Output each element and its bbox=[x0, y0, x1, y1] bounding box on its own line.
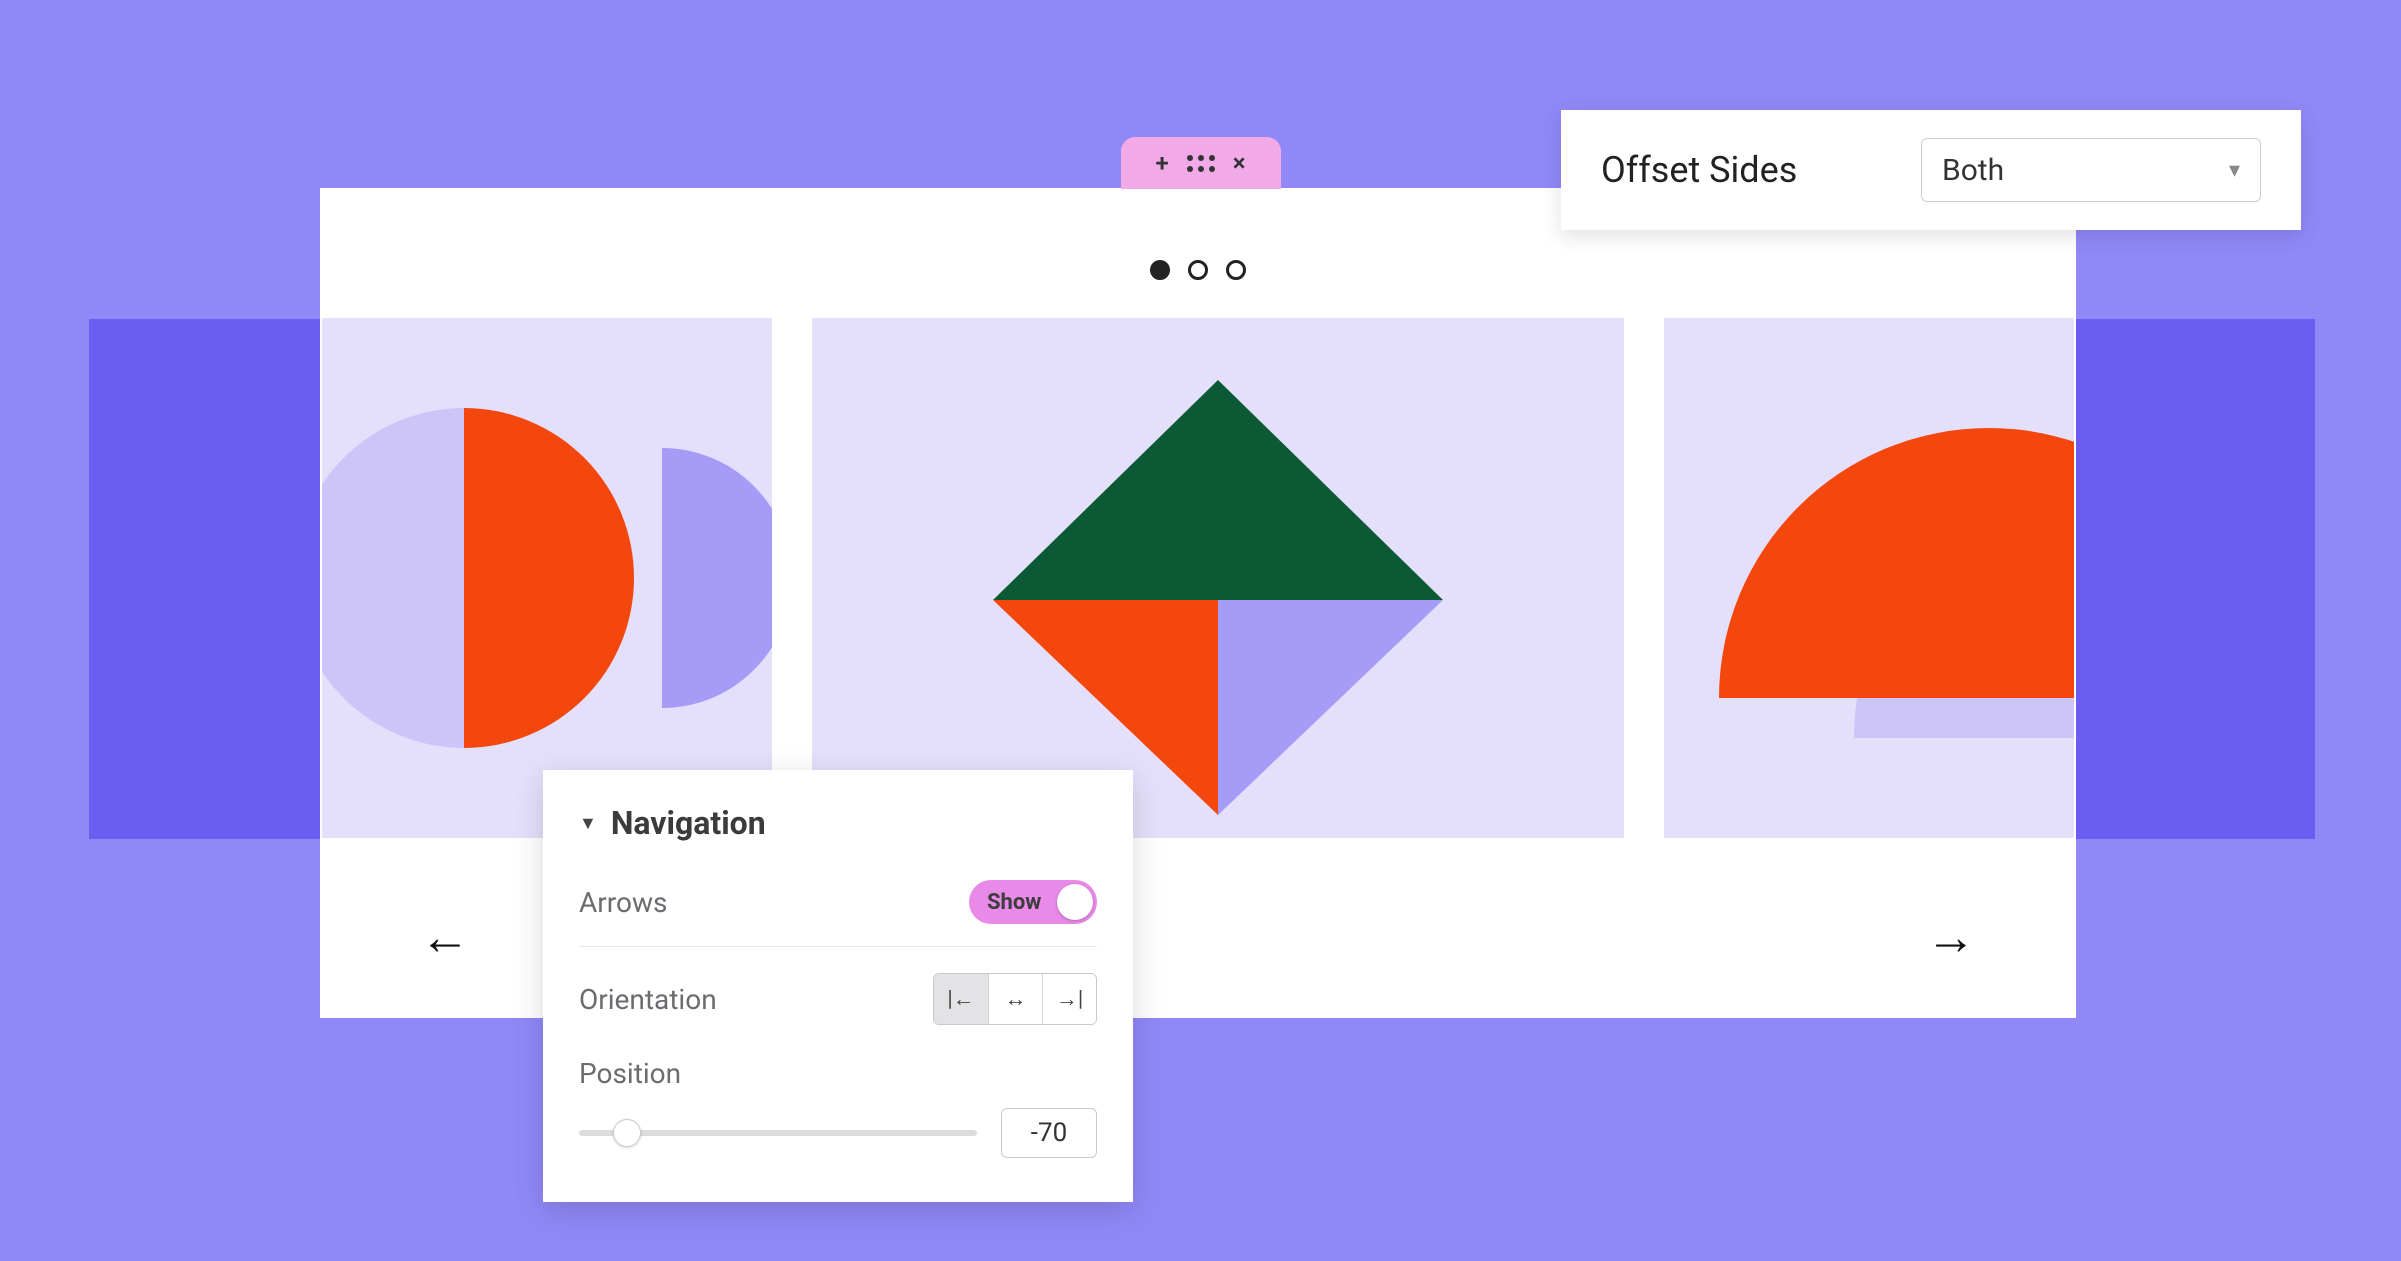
shape-triangle-lilac bbox=[1218, 600, 1443, 815]
slider-thumb[interactable] bbox=[613, 1119, 641, 1147]
shape-triangle-green bbox=[993, 380, 1443, 600]
arrows-label: Arrows bbox=[579, 886, 667, 919]
carousel-slide-2[interactable] bbox=[812, 318, 1624, 838]
drag-handle-icon[interactable] bbox=[1187, 155, 1215, 172]
carousel-prev-arrow[interactable]: ← bbox=[420, 908, 470, 967]
shape-dome-orange bbox=[1719, 428, 2074, 698]
shape-half-orange bbox=[464, 408, 634, 748]
carousel-pagination[interactable] bbox=[1150, 260, 1246, 280]
arrows-toggle-text: Show bbox=[987, 890, 1041, 915]
arrows-row: Arrows Show bbox=[579, 864, 1097, 940]
navigation-settings-panel: ▼ Navigation Arrows Show Orientation |← … bbox=[543, 770, 1133, 1202]
shape-half-purple bbox=[662, 448, 772, 708]
offset-sides-panel: Offset Sides Both ▾ bbox=[1561, 110, 2301, 230]
carousel-next-arrow[interactable]: → bbox=[1926, 908, 1976, 967]
navigation-panel-title: Navigation bbox=[611, 804, 766, 842]
offset-sides-select[interactable]: Both ▾ bbox=[1921, 138, 2261, 202]
carousel-slide-3[interactable] bbox=[1664, 318, 2074, 838]
pager-dot-3[interactable] bbox=[1226, 260, 1246, 280]
orientation-left-button[interactable]: |← bbox=[934, 974, 988, 1024]
toggle-knob bbox=[1057, 884, 1093, 920]
chevron-down-icon: ▾ bbox=[2229, 158, 2240, 183]
position-slider[interactable] bbox=[579, 1130, 977, 1136]
offset-sides-label: Offset Sides bbox=[1601, 149, 1861, 191]
editor-handle-tab[interactable]: + × bbox=[1121, 137, 1281, 189]
navigation-panel-header[interactable]: ▼ Navigation bbox=[579, 804, 1097, 842]
position-row-label: Position bbox=[579, 1041, 1097, 1090]
carousel-slide-1[interactable] bbox=[322, 318, 772, 838]
close-icon[interactable]: × bbox=[1233, 149, 1246, 177]
add-icon[interactable]: + bbox=[1156, 149, 1169, 177]
position-input[interactable]: -70 bbox=[1001, 1108, 1097, 1158]
orientation-label: Orientation bbox=[579, 983, 717, 1016]
collapse-caret-icon[interactable]: ▼ bbox=[579, 813, 597, 834]
orientation-center-button[interactable]: ↔ bbox=[988, 974, 1042, 1024]
orientation-right-button[interactable]: →| bbox=[1042, 974, 1096, 1024]
offset-sides-value: Both bbox=[1942, 153, 2004, 188]
pager-dot-1[interactable] bbox=[1150, 260, 1170, 280]
orientation-row: Orientation |← ↔ →| bbox=[579, 957, 1097, 1041]
arrows-toggle[interactable]: Show bbox=[969, 880, 1097, 924]
orientation-button-group[interactable]: |← ↔ →| bbox=[933, 973, 1097, 1025]
divider bbox=[579, 946, 1097, 947]
carousel-slides bbox=[320, 318, 2076, 838]
pager-dot-2[interactable] bbox=[1188, 260, 1208, 280]
position-label: Position bbox=[579, 1057, 681, 1090]
position-row-controls: -70 bbox=[579, 1108, 1097, 1158]
